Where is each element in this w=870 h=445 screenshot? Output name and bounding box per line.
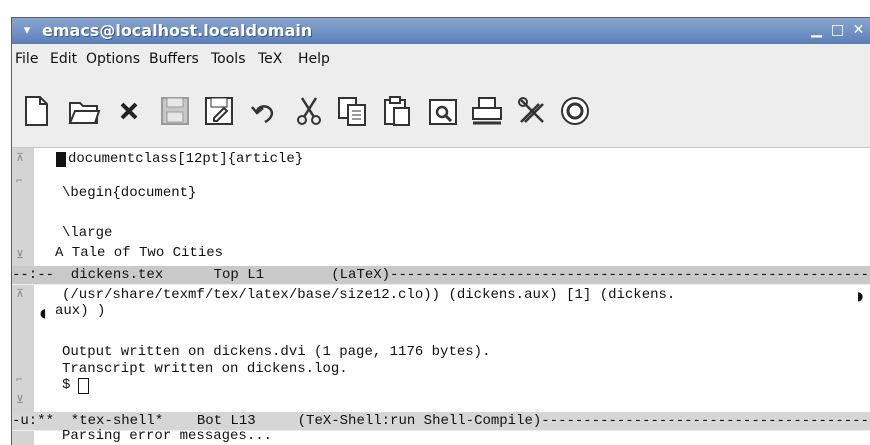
fringe-top-icon: ⊼ (16, 287, 25, 300)
help-icon[interactable] (555, 91, 595, 131)
menu-options[interactable]: Options (86, 51, 140, 67)
window-title: emacs@localhost.localdomain (42, 21, 313, 40)
save-as-icon[interactable] (199, 91, 239, 131)
copy-icon[interactable] (332, 91, 372, 131)
new-file-icon[interactable] (16, 91, 56, 131)
menu-tex[interactable]: TeX (258, 51, 282, 67)
menu-help[interactable]: Help (298, 51, 330, 67)
left-fringe (12, 431, 34, 445)
output-line[interactable]: aux) ) (55, 303, 105, 319)
latex-buffer[interactable]: ⊼ ⌐ ⊻ documentclass[12pt]{article} \begi… (12, 148, 870, 266)
emacs-window: ▾ emacs@localhost.localdomain ▁ □ ✕ File… (11, 17, 870, 445)
cut-icon[interactable] (289, 91, 329, 131)
menu-tools[interactable]: Tools (211, 51, 246, 67)
cursor (56, 152, 66, 170)
toolbar (12, 73, 870, 148)
close-buffer-icon[interactable] (109, 91, 149, 131)
output-line[interactable]: Transcript written on dickens.log. (62, 361, 348, 377)
shell-prompt[interactable]: $ (62, 377, 79, 393)
menu-edit[interactable]: Edit (50, 51, 77, 67)
search-icon[interactable] (423, 91, 463, 131)
output-line[interactable]: Output written on dickens.dvi (1 page, 1… (62, 344, 490, 360)
code-line[interactable]: documentclass[12pt]{article} (68, 151, 303, 167)
fringe-empty-icon: ⌐ (16, 174, 23, 187)
paste-icon[interactable] (377, 91, 417, 131)
code-line[interactable]: \begin{document} (62, 185, 196, 201)
code-line[interactable]: \large (62, 225, 112, 241)
fringe-top-icon: ⊼ (16, 151, 25, 164)
minibuffer[interactable]: Parsing error messages... (12, 428, 870, 445)
left-fringe: ⊼ ⌐ ⊻ (12, 285, 34, 412)
undo-icon[interactable] (244, 91, 284, 131)
save-icon[interactable] (155, 91, 195, 131)
menu-buffers[interactable]: Buffers (149, 51, 199, 67)
window-menu-icon[interactable]: ▾ (18, 22, 36, 40)
fringe-empty-icon: ⌐ (16, 373, 23, 386)
left-fringe: ⊼ ⌐ ⊻ (12, 148, 34, 266)
open-folder-icon[interactable] (64, 91, 104, 131)
minimize-icon[interactable]: ▁ (808, 22, 825, 39)
title-bar[interactable]: ▾ emacs@localhost.localdomain ▁ □ ✕ (12, 18, 870, 44)
mode-line-dickens[interactable]: --:-- dickens.tex Top L1 (LaTeX)--------… (12, 266, 870, 284)
output-line[interactable]: (/usr/share/texmf/tex/latex/base/size12.… (62, 287, 675, 303)
menu-file[interactable]: File (15, 51, 38, 67)
minibuffer-message: Parsing error messages... (62, 428, 273, 444)
close-icon[interactable]: ✕ (850, 22, 867, 39)
shell-cursor (78, 378, 89, 397)
wrap-continuation-icon: ◖ (40, 306, 47, 320)
fringe-bottom-icon: ⊻ (16, 393, 25, 406)
print-icon[interactable] (467, 91, 507, 131)
fringe-bottom-icon: ⊻ (16, 248, 25, 261)
maximize-icon[interactable]: □ (829, 22, 846, 39)
tex-shell-buffer[interactable]: ⊼ ⌐ ⊻ (/usr/share/texmf/tex/latex/base/s… (12, 285, 870, 412)
code-line[interactable]: A Tale of Two Cities (55, 245, 223, 261)
menu-bar: File Edit Options Buffers Tools TeX Help (12, 45, 870, 71)
wrap-continuation-icon: ◗ (857, 289, 864, 303)
preferences-icon[interactable] (512, 91, 552, 131)
